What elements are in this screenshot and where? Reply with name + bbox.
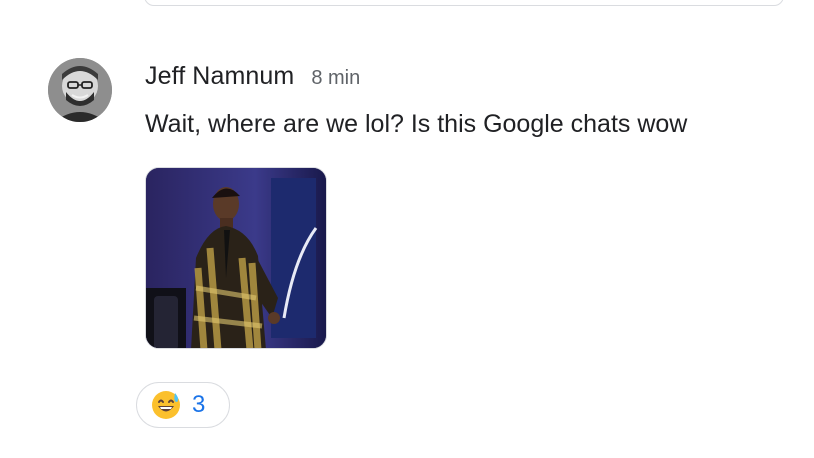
message-timestamp: 8 min: [311, 67, 361, 89]
grinning-face-with-sweat-emoji-icon: [150, 389, 182, 421]
message-text: Wait, where are we lol? Is this Google c…: [145, 110, 688, 138]
avatar[interactable]: [48, 58, 112, 122]
chat-thread: Jeff Namnum 8 min Wait, where are we lol…: [0, 0, 814, 458]
sender-name[interactable]: Jeff Namnum: [145, 62, 294, 91]
reaction-count: 3: [192, 391, 206, 418]
reaction-chip[interactable]: 3: [136, 382, 230, 428]
animated-gif-image: [146, 168, 326, 348]
gif-attachment[interactable]: [145, 167, 327, 349]
message-header: Jeff Namnum 8 min: [145, 62, 360, 91]
user-avatar-icon: [48, 58, 112, 122]
previous-message-card: [144, 0, 784, 6]
